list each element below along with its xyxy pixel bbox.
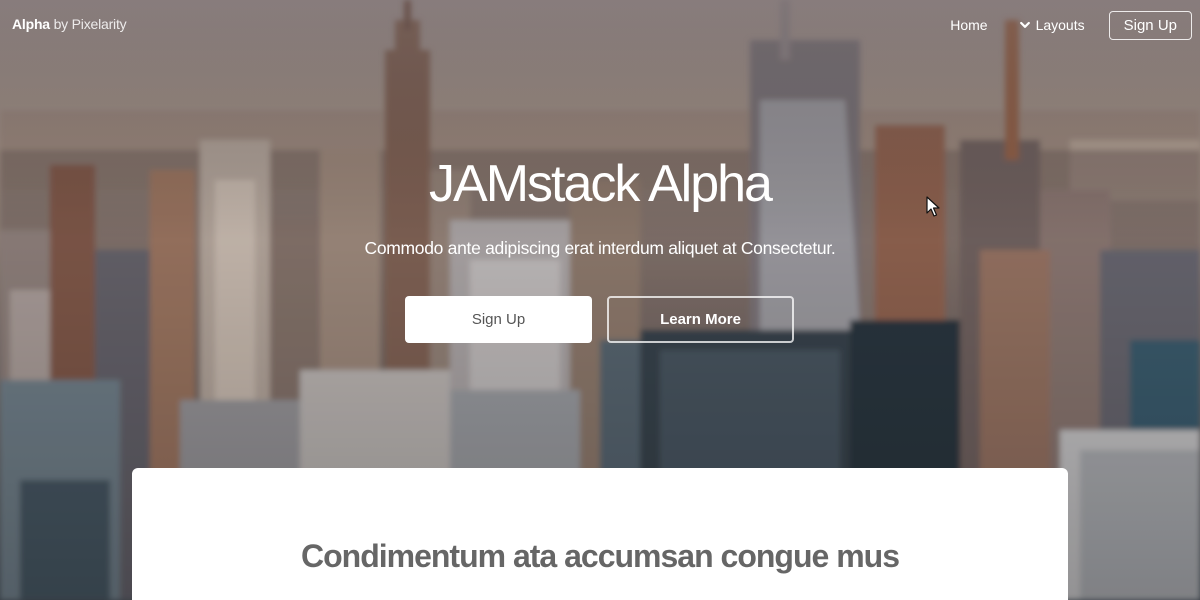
site-logo[interactable]: Alpha by Pixelarity (12, 16, 127, 32)
hero-subtitle: Commodo ante adipiscing erat interdum al… (364, 238, 836, 258)
logo-suffix: by Pixelarity (49, 16, 127, 32)
panel-heading: Condimentum ata accumsan congue mus (300, 538, 900, 574)
mouse-cursor-icon (926, 196, 940, 217)
nav-signup-button[interactable]: Sign Up (1108, 10, 1192, 40)
hero-signup-button[interactable]: Sign Up (405, 296, 592, 343)
main-nav: Home Layouts Sign Up (934, 10, 1192, 40)
nav-home-link[interactable]: Home (934, 17, 1003, 33)
page: Alpha by Pixelarity Home Layouts Sign Up… (0, 0, 1200, 600)
nav-layouts-dropdown[interactable]: Layouts (1004, 17, 1101, 33)
hero-title: JAMstack Alpha (429, 155, 773, 213)
chevron-down-icon (1019, 21, 1030, 28)
logo-brand: Alpha (12, 16, 50, 32)
content-panel: Condimentum ata accumsan congue mus (132, 468, 1068, 600)
nav-layouts-label: Layouts (1035, 17, 1085, 33)
hero-learn-more-button[interactable]: Learn More (607, 296, 794, 343)
site-header: Alpha by Pixelarity Home Layouts Sign Up (0, 0, 1200, 50)
